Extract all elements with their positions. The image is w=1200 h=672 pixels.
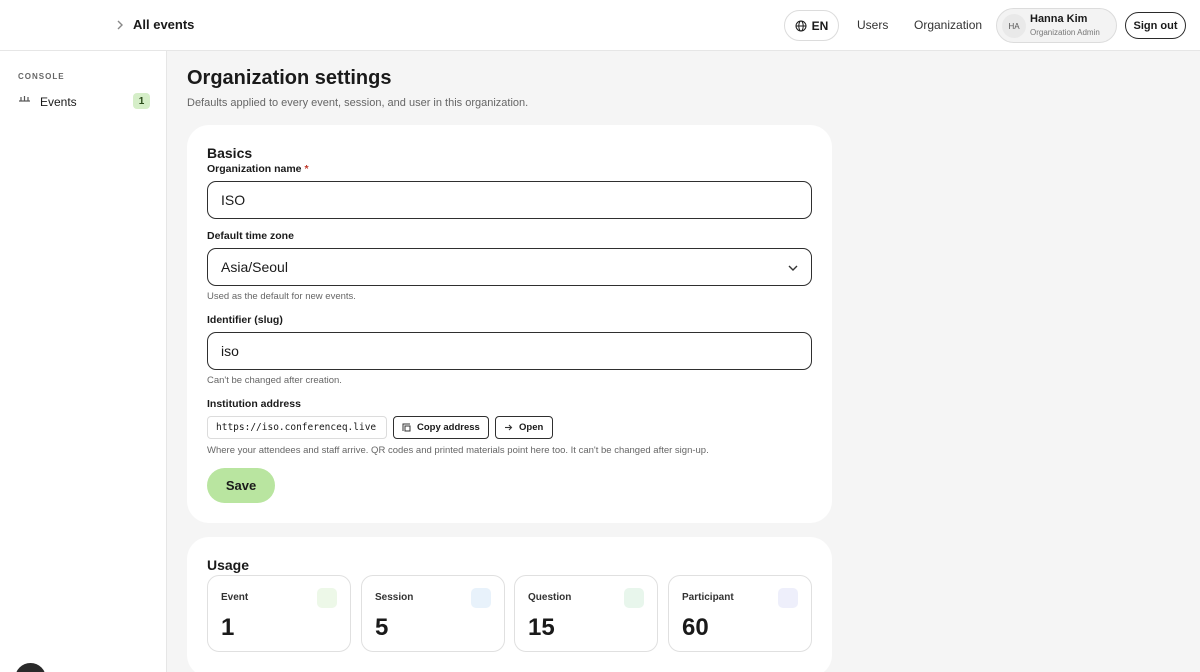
required-mark: * (304, 163, 309, 175)
stat-event: Event 1 (207, 575, 351, 652)
org-name-label: Organization name * (207, 163, 309, 175)
timezone-select[interactable]: Asia/Seoul (207, 248, 812, 286)
timezone-hint: Used as the default for new events. (207, 291, 356, 302)
language-label: EN (811, 18, 829, 33)
stat-session: Session 5 (361, 575, 505, 652)
basics-card: Basics Organization name * Default time … (187, 125, 832, 523)
save-button[interactable]: Save (207, 468, 275, 503)
open-label: Open (519, 422, 544, 433)
org-name-label-text: Organization name (207, 163, 302, 175)
user-menu[interactable]: HA Hanna Kim Organization Admin (996, 8, 1117, 43)
stat-label: Question (528, 592, 572, 603)
stat-chip (624, 588, 644, 608)
usage-title: Usage (207, 557, 250, 573)
address-hint: Where your attendees and staff arrive. Q… (207, 445, 709, 456)
arrow-right-icon (505, 424, 513, 431)
usage-card: Usage Event 1 Session 5 Question 15 Part… (187, 537, 832, 672)
language-button[interactable]: EN (784, 10, 839, 41)
sidebar: CONSOLE Events 1 (0, 51, 167, 672)
stat-label: Participant (682, 592, 734, 603)
slug-label: Identifier (slug) (207, 314, 283, 326)
stat-chip (317, 588, 337, 608)
stat-value: 60 (682, 614, 709, 641)
timezone-value: Asia/Seoul (221, 259, 288, 275)
stat-value: 1 (221, 614, 235, 641)
stat-chip (471, 588, 491, 608)
sidebar-section-label: CONSOLE (18, 72, 65, 81)
stat-value: 5 (375, 614, 389, 641)
stat-question: Question 15 (514, 575, 658, 652)
slug-input[interactable] (207, 332, 812, 370)
page-subtitle: Defaults applied to every event, session… (187, 97, 529, 109)
chevron-right-icon[interactable] (114, 19, 126, 31)
address-field[interactable]: https://iso.conferenceq.live (207, 416, 387, 439)
all-events-link[interactable]: All events (133, 17, 194, 32)
user-role: Organization Admin (1030, 28, 1100, 37)
stat-chip (778, 588, 798, 608)
nav-users[interactable]: Users (857, 18, 888, 32)
events-icon (19, 96, 30, 102)
slug-hint: Can't be changed after creation. (207, 375, 342, 386)
stat-label: Event (221, 592, 249, 603)
copy-address-button[interactable]: Copy address (393, 416, 489, 439)
stat-label: Session (375, 592, 414, 603)
copy-icon (402, 423, 411, 432)
top-bar: All events EN Users Organization HA Hann… (0, 0, 1200, 51)
globe-icon (795, 20, 807, 31)
stat-participant: Participant 60 (668, 575, 812, 652)
org-name-input[interactable] (207, 181, 812, 219)
address-label: Institution address (207, 398, 301, 410)
basics-title: Basics (207, 145, 253, 161)
user-name: Hanna Kim (1030, 13, 1088, 25)
stat-value: 15 (528, 614, 555, 641)
copy-address-label: Copy address (417, 422, 480, 433)
sidebar-item-events[interactable]: Events 1 (0, 91, 166, 113)
page-title: Organization settings (187, 67, 392, 89)
sign-out-button[interactable]: Sign out (1125, 12, 1186, 39)
open-address-button[interactable]: Open (495, 416, 553, 439)
sidebar-item-label: Events (40, 95, 77, 109)
chevron-down-icon (788, 265, 798, 271)
nav-organization[interactable]: Organization (914, 18, 982, 32)
events-count-badge: 1 (133, 93, 150, 109)
avatar: HA (1002, 14, 1026, 38)
timezone-label: Default time zone (207, 230, 294, 242)
